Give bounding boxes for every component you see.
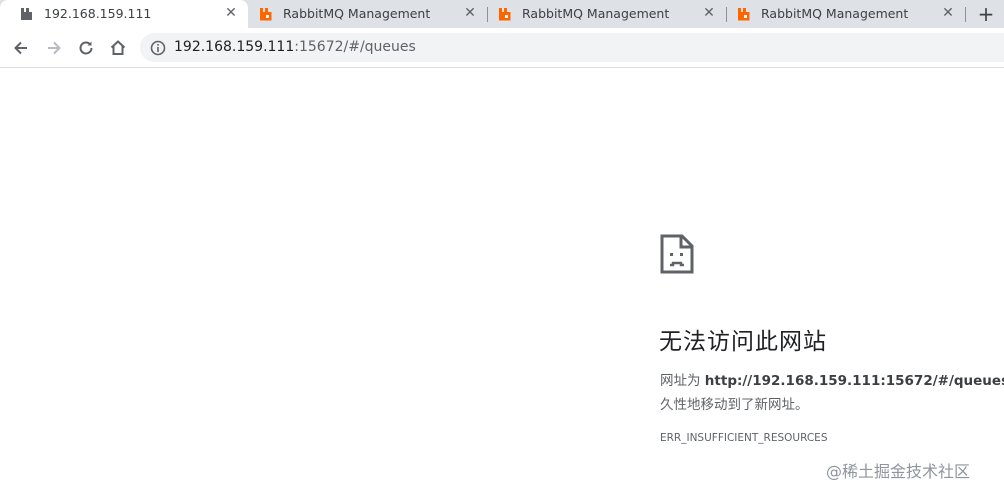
tab-title: 192.168.159.111 [44, 6, 152, 21]
watermark: @稀土掘金技术社区 [826, 462, 971, 481]
error-code: ERR_INSUFFICIENT_RESOURCES [660, 432, 828, 444]
rabbitmq-icon [499, 8, 511, 21]
tab-rabbitmq-management-3[interactable]: RabbitMQ Management ✕ [726, 0, 966, 28]
tab-title: RabbitMQ Management [761, 6, 909, 21]
error-desc-line2: 久性地移动到了新网址。 [660, 397, 809, 413]
error-description: 网址为 http://192.168.159.111:15672/#/queue… [660, 369, 1004, 417]
error-title: 无法访问此网站 [659, 329, 827, 355]
tab-title: RabbitMQ Management [283, 6, 431, 21]
tab-rabbitmq-management-2[interactable]: RabbitMQ Management ✕ [487, 0, 727, 28]
rabbitmq-icon [738, 8, 750, 21]
tab-192-168-159-111[interactable]: 192.168.159.111 ✕ [0, 0, 248, 28]
browser-toolbar: 192.168.159.111:15672/#/queues [0, 28, 1004, 68]
sad-page-icon [660, 234, 694, 274]
close-tab-icon[interactable]: ✕ [941, 6, 955, 20]
address-bar[interactable]: 192.168.159.111:15672/#/queues [140, 33, 1004, 62]
close-tab-icon[interactable]: ✕ [463, 6, 477, 20]
new-tab-button[interactable]: + [976, 4, 996, 24]
reload-icon[interactable] [76, 38, 96, 58]
home-icon[interactable] [108, 38, 128, 58]
close-tab-icon[interactable]: ✕ [224, 6, 238, 20]
error-url: http://192.168.159.111:15672/#/queues [704, 373, 1004, 389]
close-tab-icon[interactable]: ✕ [702, 6, 716, 20]
page-icon [21, 8, 32, 20]
info-icon[interactable] [150, 40, 166, 56]
back-icon[interactable] [11, 38, 31, 58]
tab-separator [965, 7, 966, 22]
tab-strip: 192.168.159.111 ✕ RabbitMQ Management ✕ … [0, 0, 1004, 28]
error-desc-prefix: 网址为 [660, 373, 705, 389]
url-text: 192.168.159.111:15672/#/queues [174, 39, 416, 55]
forward-icon[interactable] [44, 38, 64, 58]
url-path: :15672/#/queues [294, 39, 416, 55]
tab-title: RabbitMQ Management [522, 6, 670, 21]
rabbitmq-icon [260, 8, 272, 21]
tab-rabbitmq-management-1[interactable]: RabbitMQ Management ✕ [248, 0, 488, 28]
url-host: 192.168.159.111 [174, 39, 295, 55]
